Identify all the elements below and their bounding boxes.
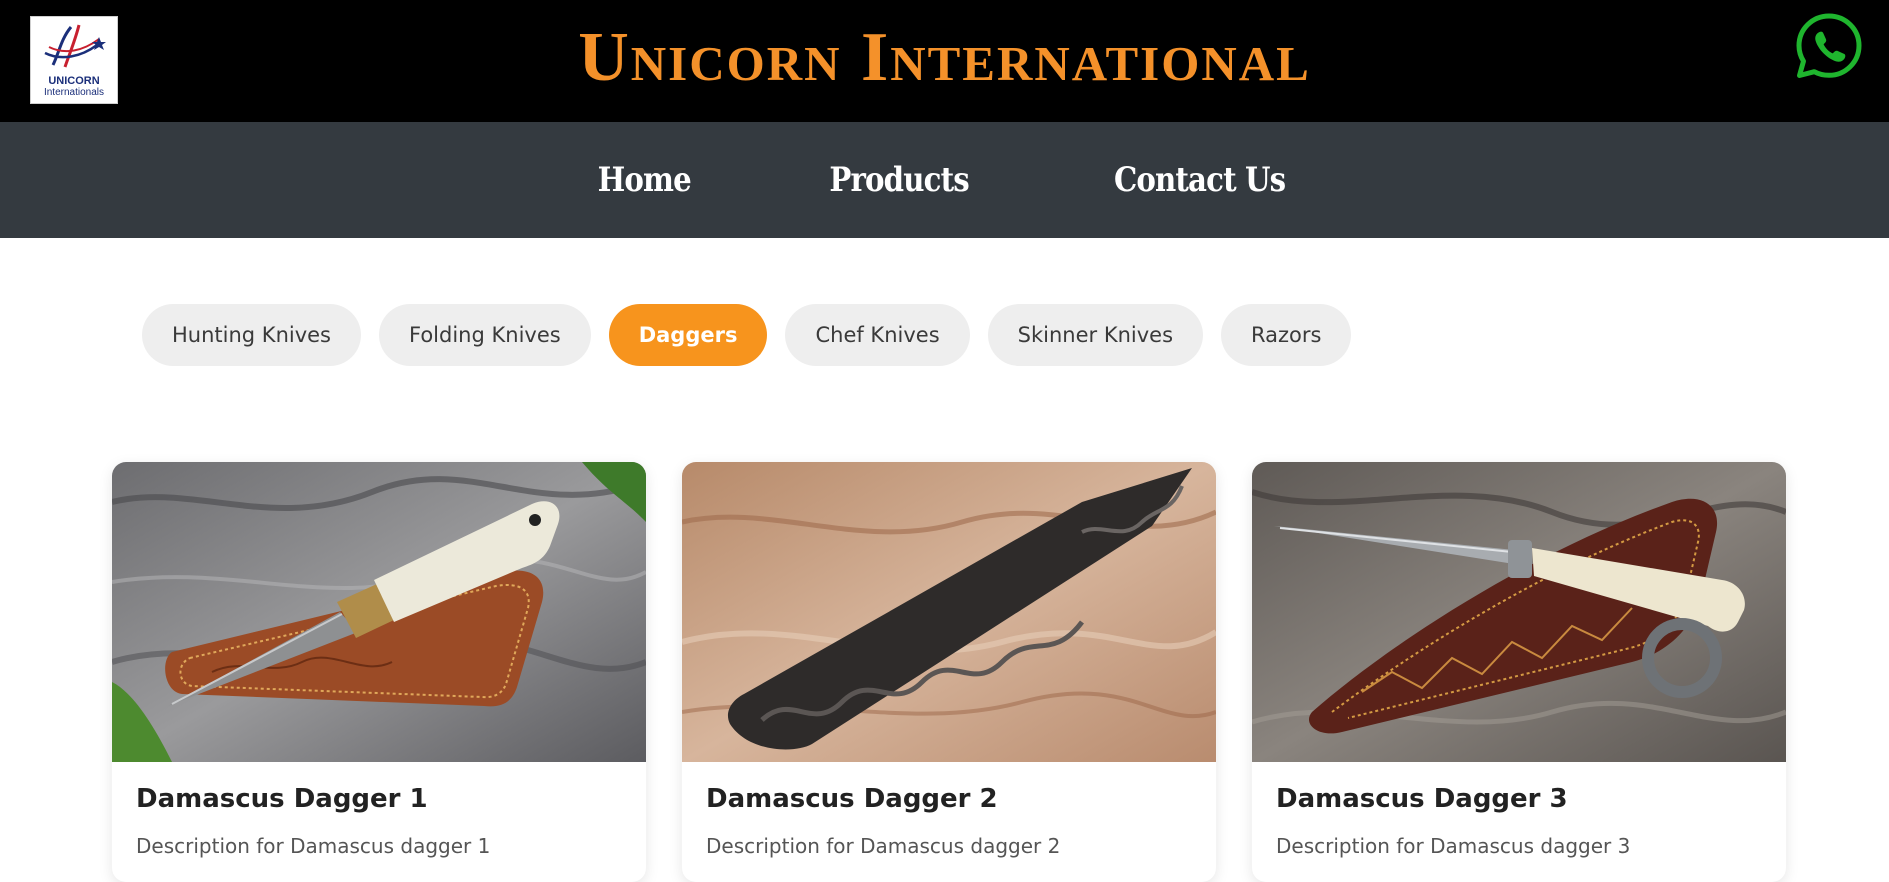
brand-title: Unicorn International <box>578 19 1311 96</box>
product-title[interactable]: Damascus Dagger 2 <box>706 784 998 814</box>
filter-skinner-knives[interactable]: Skinner Knives <box>987 304 1204 366</box>
filter-razors[interactable]: Razors <box>1221 304 1352 366</box>
product-card[interactable]: Damascus Dagger 3 Description for Damasc… <box>1252 462 1786 882</box>
product-description: Description for Damascus dagger 3 <box>1276 834 1631 858</box>
nav-home-link[interactable]: Home <box>546 160 742 200</box>
product-card[interactable]: Damascus Dagger 2 Description for Damasc… <box>682 462 1216 882</box>
filter-chef-knives[interactable]: Chef Knives <box>785 304 970 366</box>
filter-daggers[interactable]: Daggers <box>608 304 768 366</box>
product-image-dagger-3[interactable] <box>1252 462 1786 762</box>
product-image-dagger-2[interactable] <box>682 462 1216 762</box>
product-card[interactable]: Damascus Dagger 1 Description for Damasc… <box>112 462 646 882</box>
product-title[interactable]: Damascus Dagger 3 <box>1276 784 1568 814</box>
product-description: Description for Damascus dagger 2 <box>706 834 1061 858</box>
product-title[interactable]: Damascus Dagger 1 <box>136 784 428 814</box>
filter-folding-knives[interactable]: Folding Knives <box>379 304 591 366</box>
main-nav: Home Products Contact Us <box>0 122 1889 238</box>
filter-hunting-knives[interactable]: Hunting Knives <box>142 304 361 366</box>
nav-products-link[interactable]: Products <box>778 160 1021 200</box>
nav-contact-link[interactable]: Contact Us <box>1063 160 1338 200</box>
product-image-dagger-1[interactable] <box>112 462 646 762</box>
top-header: UNICORN Internationals Unicorn Internati… <box>0 0 1889 122</box>
product-description: Description for Damascus dagger 1 <box>136 834 491 858</box>
whatsapp-icon[interactable] <box>1795 12 1863 80</box>
category-filters: Hunting Knives Folding Knives Daggers Ch… <box>142 304 1352 366</box>
product-grid: Damascus Dagger 1 Description for Damasc… <box>112 462 1786 882</box>
